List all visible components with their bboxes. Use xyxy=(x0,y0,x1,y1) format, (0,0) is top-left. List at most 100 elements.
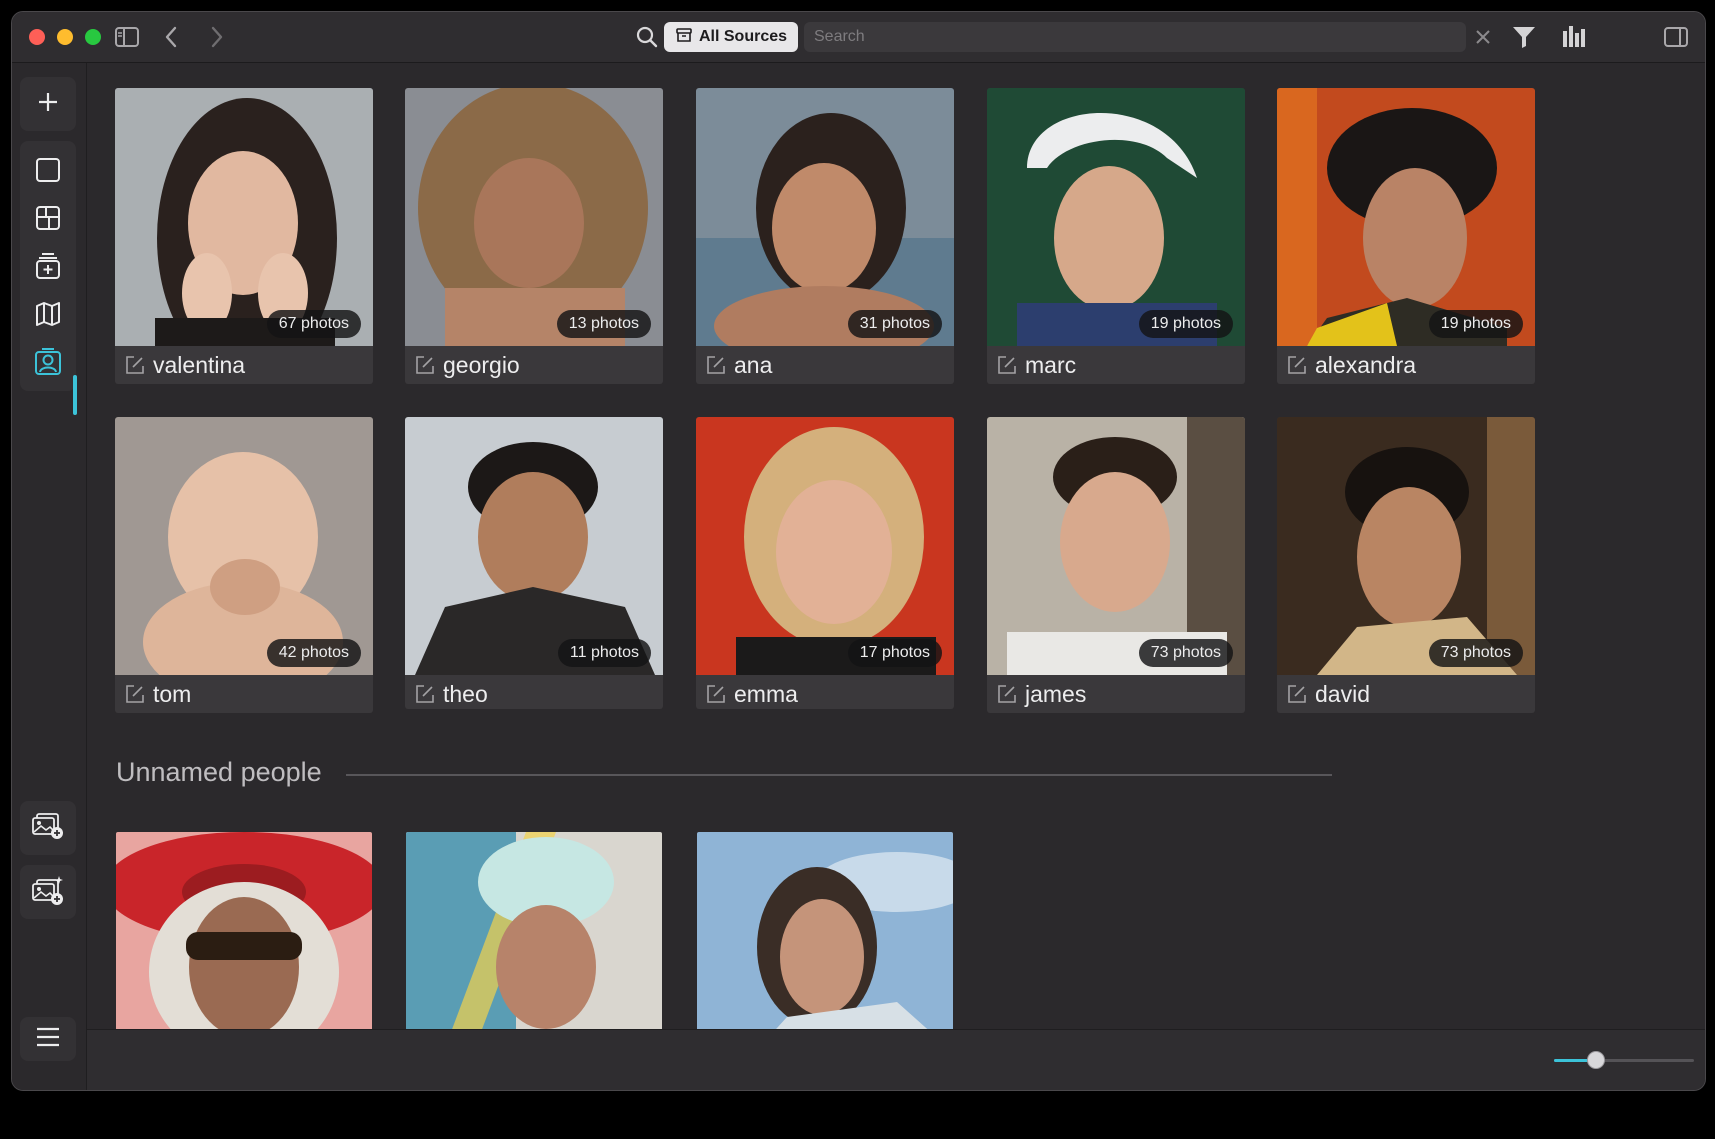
plus-icon xyxy=(35,89,61,120)
person-name-row[interactable]: valentina xyxy=(115,346,373,384)
sparkle-photos-button[interactable] xyxy=(20,865,76,919)
person-photo[interactable] xyxy=(1277,88,1535,346)
bottom-bar xyxy=(87,1029,1705,1090)
search-input[interactable] xyxy=(804,22,1466,52)
minimize-window-button[interactable] xyxy=(57,29,73,45)
person-name-row[interactable]: alexandra xyxy=(1277,346,1535,384)
person-name-row[interactable]: james xyxy=(987,675,1245,713)
grid-icon xyxy=(34,204,62,237)
photo-count-badge: 31 photos xyxy=(847,310,942,338)
person-photo[interactable] xyxy=(987,417,1245,675)
back-arrow-icon[interactable] xyxy=(158,24,186,50)
person-name-row[interactable]: georgio xyxy=(405,346,663,384)
edit-name-icon[interactable] xyxy=(415,355,435,375)
people-grid: 67 photos valentina 13 photos georgio 31… xyxy=(87,63,1705,1029)
person-photo[interactable] xyxy=(115,88,373,346)
person-photo[interactable] xyxy=(115,417,373,675)
person-photo[interactable] xyxy=(405,417,663,675)
person-name-row[interactable]: emma xyxy=(696,675,954,709)
add-button[interactable] xyxy=(20,77,76,131)
single-view-button[interactable] xyxy=(20,145,76,199)
photo-count-badge: 19 photos xyxy=(1428,310,1523,338)
person-name-row[interactable]: theo xyxy=(405,675,663,709)
person-name: james xyxy=(1025,680,1087,707)
title-bar: All Sources xyxy=(12,12,1705,63)
filter-icon[interactable] xyxy=(1510,23,1538,49)
edit-name-icon[interactable] xyxy=(706,684,726,704)
person-card[interactable]: 67 photos valentina xyxy=(115,88,373,384)
person-name: theo xyxy=(443,680,488,707)
edit-name-icon[interactable] xyxy=(1287,684,1307,704)
person-name: alexandra xyxy=(1315,351,1417,378)
edit-name-icon[interactable] xyxy=(706,355,726,375)
unnamed-section-title: Unnamed people xyxy=(116,757,322,787)
person-name: marc xyxy=(1025,351,1077,378)
person-card[interactable]: 19 photos alexandra xyxy=(1277,88,1535,384)
edit-name-icon[interactable] xyxy=(125,684,145,704)
person-name: georgio xyxy=(443,351,520,378)
map-button[interactable] xyxy=(20,289,76,343)
unnamed-person-card[interactable] xyxy=(116,832,372,1029)
import-button[interactable] xyxy=(20,241,76,295)
unnamed-person-card[interactable] xyxy=(697,832,953,1029)
person-card[interactable]: 42 photos tom xyxy=(115,417,373,713)
hamburger-icon xyxy=(35,1026,61,1053)
all-sources-button[interactable]: All Sources xyxy=(664,22,798,52)
forward-arrow-icon[interactable] xyxy=(202,24,230,50)
person-photo[interactable] xyxy=(1277,417,1535,675)
person-card[interactable]: 31 photos ana xyxy=(696,88,954,384)
person-card[interactable]: 73 photos david xyxy=(1277,417,1535,713)
person-portrait-icon xyxy=(33,347,63,382)
edit-name-icon[interactable] xyxy=(1287,355,1307,375)
person-card[interactable]: 19 photos marc xyxy=(987,88,1245,384)
right-panel-icon[interactable] xyxy=(1662,24,1690,50)
map-icon xyxy=(34,300,62,333)
search-icon[interactable] xyxy=(634,24,660,50)
edit-name-icon[interactable] xyxy=(997,684,1017,704)
edit-name-icon[interactable] xyxy=(415,684,435,704)
stack-add-icon xyxy=(34,251,62,286)
person-name-row[interactable]: tom xyxy=(115,675,373,713)
menu-button[interactable] xyxy=(20,1017,76,1061)
add-photos-button[interactable] xyxy=(20,801,76,855)
unnamed-person-card[interactable] xyxy=(406,832,662,1029)
person-photo[interactable] xyxy=(696,88,954,346)
photo-count-badge: 13 photos xyxy=(556,310,651,338)
photo-count-badge: 42 photos xyxy=(266,639,361,667)
person-card[interactable]: 13 photos georgio xyxy=(405,88,663,384)
all-sources-label: All Sources xyxy=(698,28,788,45)
archive-box-icon xyxy=(675,26,693,49)
close-window-button[interactable] xyxy=(29,29,45,45)
person-card[interactable]: 73 photos james xyxy=(987,417,1245,713)
sidebar xyxy=(12,63,87,1090)
photo-count-badge: 11 photos xyxy=(557,639,651,667)
person-name: tom xyxy=(153,680,192,707)
clear-icon[interactable] xyxy=(1472,26,1494,48)
photo-count-badge: 73 photos xyxy=(1138,639,1233,667)
person-photo[interactable] xyxy=(696,417,954,675)
person-name-row[interactable]: ana xyxy=(696,346,954,384)
person-name: david xyxy=(1315,680,1370,707)
square-icon xyxy=(34,156,62,189)
photo-count-badge: 17 photos xyxy=(847,639,942,667)
photos-sparkle-icon xyxy=(31,874,65,911)
people-button[interactable] xyxy=(20,337,76,391)
photo-count-badge: 73 photos xyxy=(1428,639,1523,667)
zoom-window-button[interactable] xyxy=(85,29,101,45)
sidebar-toggle-icon[interactable] xyxy=(113,24,141,50)
person-name: ana xyxy=(734,351,773,378)
active-indicator xyxy=(73,375,77,415)
person-photo[interactable] xyxy=(405,88,663,346)
person-photo[interactable] xyxy=(987,88,1245,346)
person-name: valentina xyxy=(153,351,246,378)
grid-view-button[interactable] xyxy=(20,193,76,247)
edit-name-icon[interactable] xyxy=(997,355,1017,375)
person-card[interactable]: 17 photos emma xyxy=(696,417,954,709)
stats-bars-icon[interactable] xyxy=(1560,23,1588,49)
person-card[interactable]: 11 photos theo xyxy=(405,417,663,709)
photo-count-badge: 67 photos xyxy=(266,310,361,338)
edit-name-icon[interactable] xyxy=(125,355,145,375)
person-name-row[interactable]: david xyxy=(1277,675,1535,713)
person-name-row[interactable]: marc xyxy=(987,346,1245,384)
zoom-slider-thumb[interactable] xyxy=(1587,1051,1605,1069)
